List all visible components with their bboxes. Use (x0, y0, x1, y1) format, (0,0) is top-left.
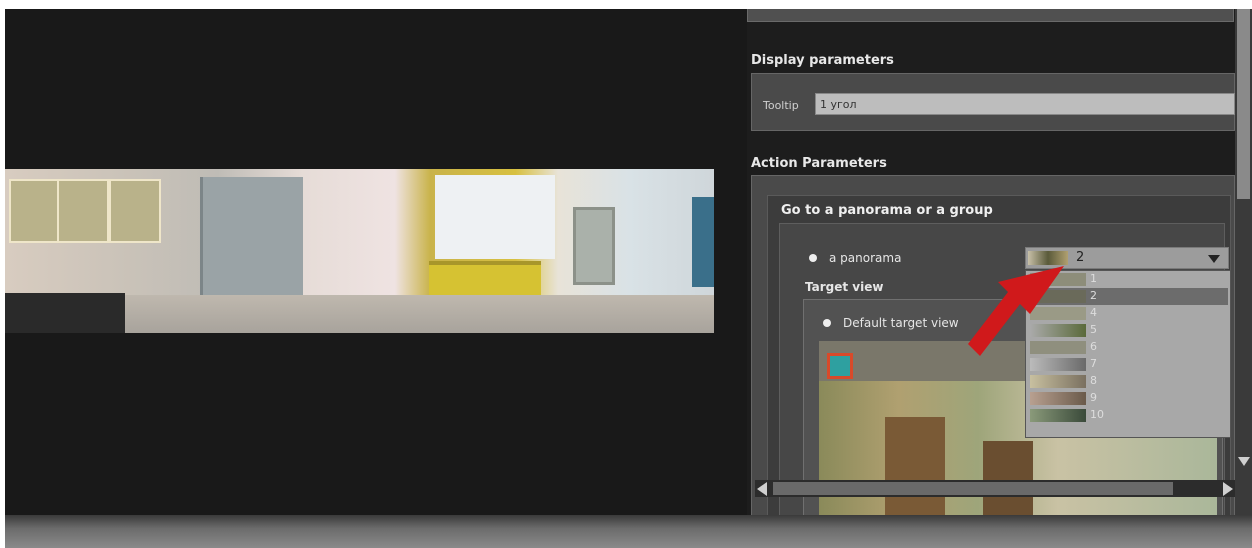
wall-image (692, 197, 714, 287)
display-parameters-title: Display parameters (751, 53, 894, 68)
scrollbar-thumb[interactable] (1237, 9, 1250, 199)
scrollbar-thumb[interactable] (773, 482, 1173, 495)
dropdown-item-label: 9 (1090, 391, 1097, 404)
poster-image (57, 179, 109, 243)
chair-image (5, 293, 125, 333)
view-marker-icon[interactable] (827, 353, 853, 379)
panorama-radio[interactable] (809, 254, 817, 262)
panorama-thumbnail (1030, 375, 1086, 388)
tooltip-label: Tooltip (763, 99, 799, 112)
dropdown-item[interactable]: 8 (1026, 373, 1228, 390)
scroll-left-icon[interactable] (757, 482, 767, 496)
goto-group-title: Go to a panorama or a group (781, 203, 993, 218)
dropdown-item-label: 8 (1090, 374, 1097, 387)
dropdown-item[interactable]: 10 (1026, 407, 1228, 424)
panorama-preview[interactable] (5, 169, 714, 333)
vertical-scrollbar[interactable] (1235, 9, 1252, 515)
dropdown-item-label: 2 (1090, 289, 1097, 302)
door-image (885, 417, 945, 515)
poster-image (109, 179, 161, 243)
dropdown-item-label: 1 (1090, 272, 1097, 285)
panorama-option-label: a panorama (829, 251, 902, 265)
horizontal-scrollbar[interactable] (755, 480, 1235, 497)
status-bar (5, 515, 1252, 548)
default-view-label: Default target view (843, 316, 959, 330)
dropdown-item-label: 6 (1090, 340, 1097, 353)
poster-image (9, 179, 61, 243)
default-view-radio[interactable] (823, 319, 831, 327)
panorama-select-value: 2 (1076, 250, 1085, 265)
panorama-thumbnail (1030, 409, 1086, 422)
scroll-down-icon[interactable] (1238, 457, 1250, 466)
dropdown-item[interactable]: 9 (1026, 390, 1228, 407)
elevator-image (573, 207, 615, 285)
arrow-pointer-icon (968, 266, 1064, 356)
annotation-arrow-shape (968, 266, 1064, 356)
dropdown-item-label: 5 (1090, 323, 1097, 336)
dropdown-item-label: 7 (1090, 357, 1097, 370)
tooltip-input[interactable]: 1 угол (815, 93, 1235, 115)
previous-section-box (747, 9, 1234, 22)
action-parameters-title: Action Parameters (751, 156, 887, 171)
door-image (983, 441, 1033, 515)
dropdown-item-label: 4 (1090, 306, 1097, 319)
panorama-thumbnail (1030, 392, 1086, 405)
dropdown-item-label: 10 (1090, 408, 1104, 421)
target-view-label: Target view (805, 280, 884, 294)
scroll-right-icon[interactable] (1223, 482, 1233, 496)
window-image (435, 175, 555, 259)
chevron-down-icon[interactable] (1208, 255, 1220, 263)
